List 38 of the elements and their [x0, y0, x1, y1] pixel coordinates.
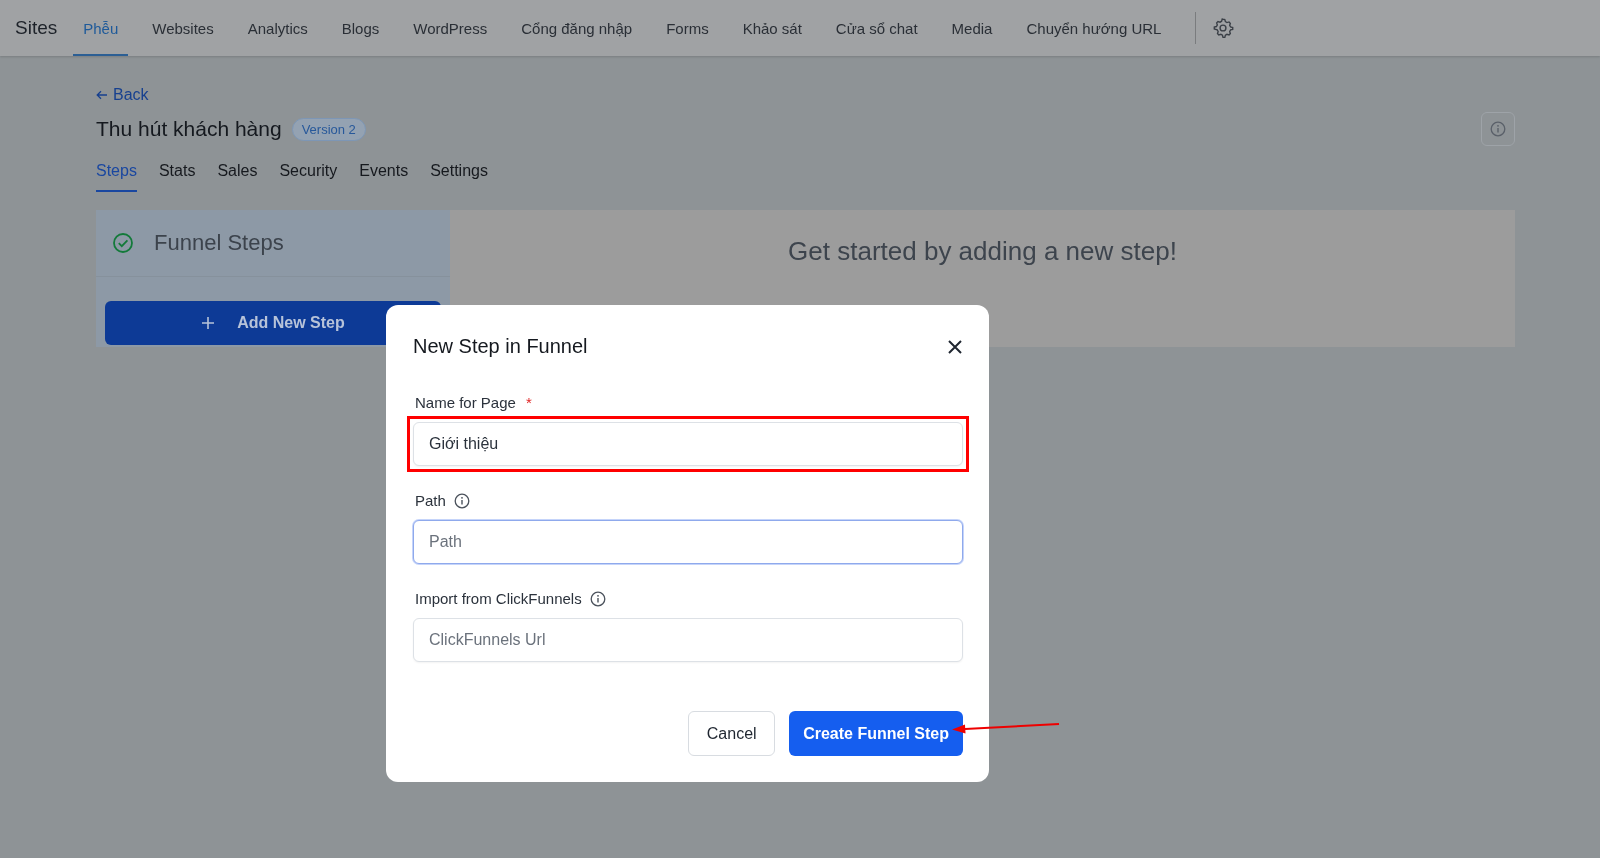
required-mark: *	[525, 394, 532, 411]
back-link[interactable]: Back	[96, 86, 149, 104]
info-icon[interactable]	[453, 492, 470, 509]
create-button[interactable]: Create Funnel Step	[789, 711, 963, 756]
cancel-button[interactable]: Cancel	[688, 711, 776, 756]
text-input-field[interactable]: Path	[413, 520, 963, 564]
page-tab[interactable]: Settings	[430, 162, 488, 192]
panel-title: Funnel Steps	[154, 230, 284, 256]
field-label: Import from ClickFunnels	[415, 590, 582, 607]
page-tab[interactable]: Security	[279, 162, 338, 192]
nav-tab[interactable]: Phễu	[73, 0, 129, 56]
brand-title: Sites	[15, 17, 58, 39]
nav-tab[interactable]: Analytics	[237, 0, 318, 56]
plus-icon	[201, 316, 216, 330]
page-tab[interactable]: Events	[359, 162, 409, 192]
funnel-title: Thu hút khách hàng	[96, 117, 282, 141]
nav-tab[interactable]: Blogs	[331, 0, 390, 56]
text-input-field[interactable]: Giới thiệu	[413, 422, 963, 466]
settings-icon[interactable]	[1212, 17, 1235, 39]
page-tab[interactable]: Steps	[96, 162, 137, 192]
nav-tab[interactable]: Websites	[142, 0, 224, 56]
nav-tab[interactable]: Chuyển hướng URL	[1016, 0, 1172, 56]
close-icon[interactable]	[947, 338, 963, 355]
nav-tab[interactable]: Cổng đăng nhập	[511, 0, 643, 56]
field-label: Path	[415, 492, 446, 509]
nav-tab[interactable]: Khảo sát	[732, 0, 812, 56]
field-label: Name for Page	[415, 394, 516, 411]
info-icon[interactable]	[589, 590, 606, 607]
nav-tab[interactable]: Forms	[656, 0, 719, 56]
nav-tab[interactable]: WordPress	[403, 0, 498, 56]
empty-state-message: Get started by adding a new step!	[788, 236, 1177, 267]
nav-tab[interactable]: Cửa sổ chat	[825, 0, 928, 56]
check-circle-icon	[112, 232, 134, 254]
arrow-left-icon	[96, 90, 108, 100]
version-badge: Version 2	[291, 117, 366, 141]
nav-tab[interactable]: Media	[941, 0, 1003, 56]
page-tab[interactable]: Sales	[217, 162, 258, 192]
page-tab[interactable]: Stats	[158, 162, 196, 192]
